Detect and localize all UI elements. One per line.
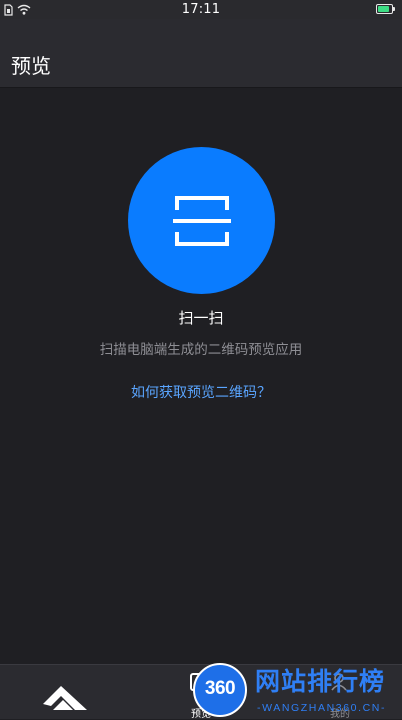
status-bar: 17:11 xyxy=(0,0,402,19)
scan-icon xyxy=(173,196,231,246)
nav-home[interactable] xyxy=(30,665,100,720)
nav-preview-label: 预览 xyxy=(191,709,211,720)
status-time: 17:11 xyxy=(181,2,221,17)
page-title: 预览 xyxy=(11,54,51,78)
battery-icon xyxy=(376,4,395,14)
scan-subtitle: 扫描电脑端生成的二维码预览应用 xyxy=(99,342,303,358)
battery-level xyxy=(378,6,390,12)
app-logo-icon xyxy=(43,686,87,710)
scan-title: 扫一扫 xyxy=(178,309,224,327)
nav-mine-label: 我的 xyxy=(330,709,350,720)
nav-mine[interactable]: 我的 xyxy=(315,665,365,720)
nav-preview[interactable]: 预览 xyxy=(176,665,226,720)
app-header: 预览 xyxy=(0,19,402,88)
scan-button[interactable] xyxy=(128,147,275,294)
profile-icon xyxy=(331,673,347,691)
help-link[interactable]: 如何获取预览二维码？ xyxy=(131,385,271,401)
help-link-row: 如何获取预览二维码？ xyxy=(0,382,402,404)
bottom-nav: 预览 我的 xyxy=(0,664,402,720)
preview-icon xyxy=(190,673,208,691)
